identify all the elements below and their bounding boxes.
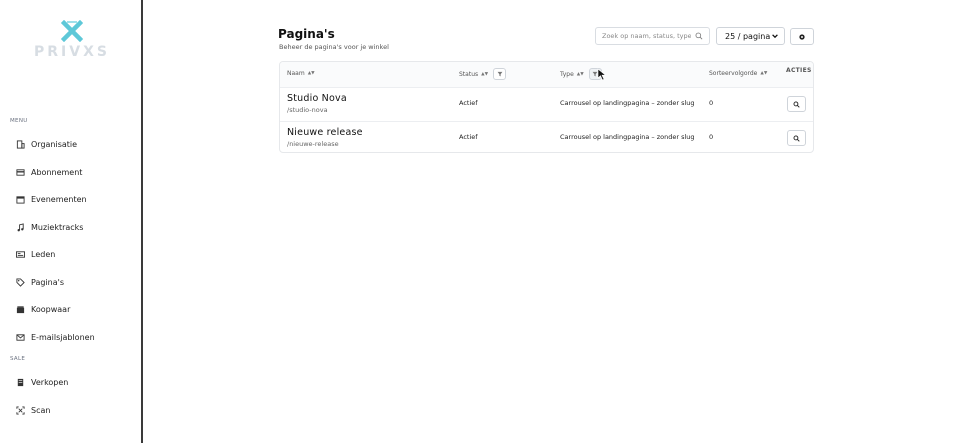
logo-mark-icon bbox=[61, 20, 83, 42]
sidebar-item-muziektracks[interactable]: Muziektracks bbox=[16, 220, 83, 234]
sidebar-item-organisatie[interactable]: Organisatie bbox=[16, 137, 77, 151]
envelope-icon bbox=[16, 333, 25, 342]
page-subtitle: Beheer de pagina's voor je winkel bbox=[279, 43, 389, 51]
sort-icon: ▲▼ bbox=[307, 71, 315, 76]
per-page-select[interactable]: 25 / pagina bbox=[716, 27, 785, 45]
scan-icon bbox=[16, 405, 25, 415]
settings-button[interactable] bbox=[790, 28, 814, 45]
page-title: Pagina's bbox=[278, 27, 335, 41]
sort-icon: ▲▼ bbox=[481, 71, 489, 77]
box-icon bbox=[16, 305, 25, 314]
column-header-name[interactable]: Naam ▲▼ bbox=[287, 70, 315, 77]
app-root: PRIVXS MENU Organisatie Abonnement Evene… bbox=[0, 0, 960, 443]
page-name: Studio Nova bbox=[287, 93, 347, 104]
sidebar-item-label: Verkopen bbox=[31, 377, 69, 387]
sort-icon: ▲▼ bbox=[576, 71, 584, 77]
sidebar-item-scan[interactable]: Scan bbox=[16, 403, 50, 417]
sidebar-item-label: Organisatie bbox=[31, 139, 78, 149]
pages-table: Naam ▲▼ Status ▲▼ Type ▲▼ Sorteervolgorde ▲▼… bbox=[279, 61, 814, 153]
brand-logo[interactable]: PRIVXS bbox=[34, 20, 110, 62]
sidebar-item-evenementen[interactable]: Evenementen bbox=[16, 192, 87, 206]
sort-order-cell: 0 bbox=[709, 133, 714, 141]
search-icon bbox=[793, 101, 800, 108]
mouse-cursor-icon bbox=[597, 68, 607, 81]
sidebar-item-abonnement[interactable]: Abonnement bbox=[16, 165, 82, 179]
building-icon bbox=[16, 139, 25, 149]
name-cell: Nieuwe release /nieuwe-release bbox=[287, 127, 363, 148]
type-cell: Carrousel op landingpagina – zonder slug bbox=[560, 133, 695, 141]
search-icon bbox=[695, 32, 703, 40]
menu-section-label: MENU bbox=[10, 118, 28, 124]
sale-section-label: SALE bbox=[10, 356, 26, 362]
sidebar-item-label: Muziektracks bbox=[31, 222, 84, 232]
status-cell: Actief bbox=[459, 99, 478, 107]
search-icon bbox=[793, 135, 800, 142]
search-input[interactable] bbox=[602, 32, 692, 40]
table-row[interactable]: Nieuwe release /nieuwe-release Actief Ca… bbox=[280, 121, 813, 154]
view-button[interactable] bbox=[787, 130, 806, 146]
sidebar-item-label: Evenementen bbox=[31, 194, 87, 204]
gear-icon bbox=[799, 33, 805, 40]
sidebar-item-label: Leden bbox=[31, 249, 56, 259]
column-header-actions: ACTIES bbox=[786, 67, 812, 74]
page-slug: /nieuwe-release bbox=[287, 140, 339, 148]
sidebar-item-leden[interactable]: Leden bbox=[16, 247, 55, 261]
sidebar-item-label: Scan bbox=[31, 405, 51, 415]
name-cell: Studio Nova /studio-nova bbox=[287, 93, 347, 114]
status-filter-button[interactable] bbox=[493, 68, 507, 80]
page-slug: /studio-nova bbox=[287, 106, 328, 114]
table-row[interactable]: Studio Nova /studio-nova Actief Carrouse… bbox=[280, 88, 813, 121]
receipt-icon bbox=[16, 378, 25, 387]
sidebar-item-verkopen[interactable]: Verkopen bbox=[16, 375, 68, 389]
brand-wordmark: PRIVXS bbox=[34, 44, 110, 60]
sort-icon: ▲▼ bbox=[760, 71, 768, 76]
sidebar-item-koopwaar[interactable]: Koopwaar bbox=[16, 302, 70, 316]
sidebar-item-label: Abonnement bbox=[31, 167, 83, 177]
type-cell: Carrousel op landingpagina – zonder slug bbox=[560, 99, 695, 107]
column-header-status[interactable]: Status ▲▼ bbox=[459, 68, 507, 80]
chevron-down-icon bbox=[772, 34, 778, 39]
sidebar-item-e-mailsjablonen[interactable]: E-mailsjablonen bbox=[16, 330, 95, 344]
sidebar-item-label: Koopwaar bbox=[31, 304, 71, 314]
card-icon bbox=[16, 168, 25, 177]
music-icon bbox=[16, 222, 25, 232]
id-card-icon bbox=[16, 250, 25, 259]
sidebar-item-paginas[interactable]: Pagina's bbox=[16, 275, 64, 289]
sidebar-item-label: Pagina's bbox=[31, 277, 65, 287]
sort-order-cell: 0 bbox=[709, 99, 714, 107]
search-box bbox=[595, 27, 710, 45]
sidebar-item-label: E-mailsjablonen bbox=[31, 332, 95, 342]
page-name: Nieuwe release bbox=[287, 127, 363, 138]
view-button[interactable] bbox=[787, 96, 806, 112]
sidebar: PRIVXS MENU Organisatie Abonnement Evene… bbox=[0, 0, 143, 443]
per-page-value: 25 / pagina bbox=[725, 31, 771, 41]
calendar-icon bbox=[16, 195, 25, 204]
column-header-type[interactable]: Type ▲▼ bbox=[560, 68, 602, 80]
column-header-sort-order[interactable]: Sorteervolgorde ▲▼ bbox=[709, 70, 767, 77]
tag-icon bbox=[16, 277, 25, 287]
status-cell: Actief bbox=[459, 133, 478, 141]
table-header: Naam ▲▼ Status ▲▼ Type ▲▼ Sorteervolgorde ▲▼… bbox=[280, 62, 813, 88]
filter-icon bbox=[497, 71, 502, 77]
